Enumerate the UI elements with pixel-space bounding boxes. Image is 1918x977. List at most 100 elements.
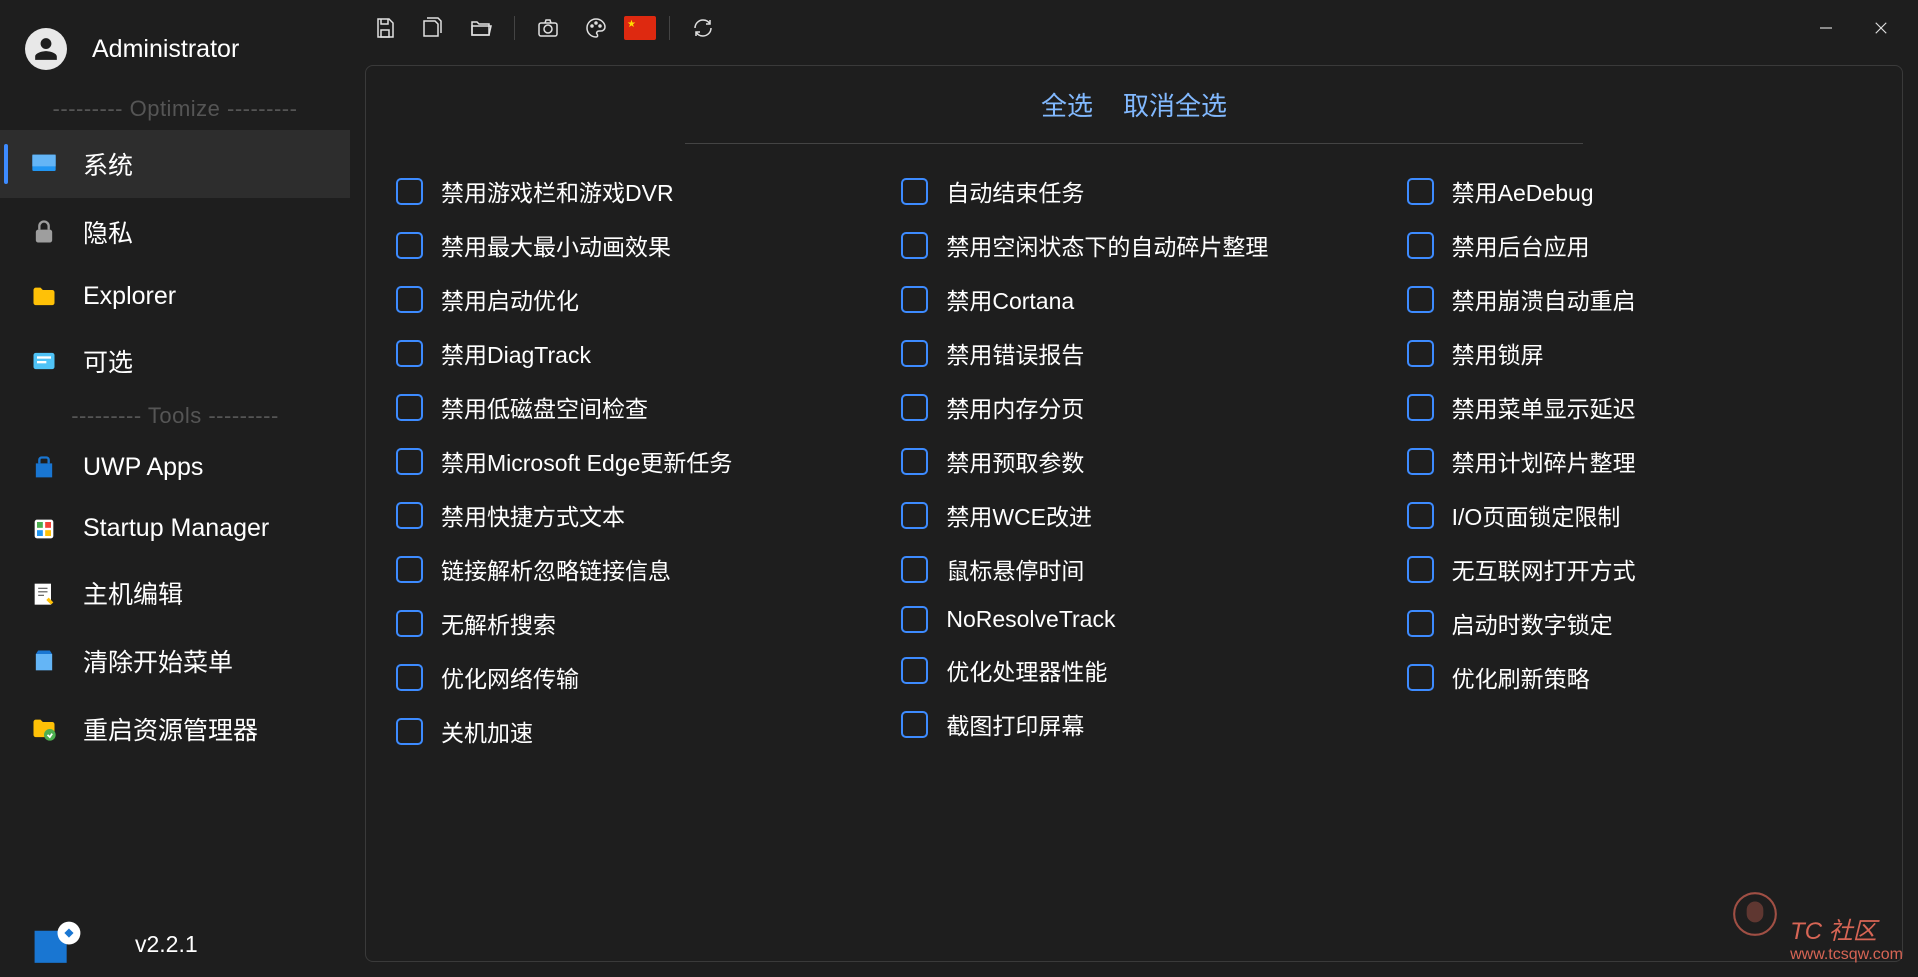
- checkbox-icon: [1407, 556, 1434, 583]
- checkbox-icon: [396, 718, 423, 745]
- sidebar-item-optional[interactable]: 可选: [0, 327, 350, 395]
- toolbar-separator: [514, 16, 515, 40]
- minimize-button[interactable]: [1803, 8, 1848, 48]
- checkbox-item[interactable]: I/O页面锁定限制: [1407, 498, 1882, 532]
- sidebar-item-uwp[interactable]: UWP Apps: [0, 437, 350, 498]
- checkbox-item[interactable]: 禁用后台应用: [1407, 228, 1882, 262]
- refresh-button[interactable]: [683, 8, 723, 48]
- theme-button[interactable]: [576, 8, 616, 48]
- checkbox-icon: [901, 606, 928, 633]
- checkbox-item[interactable]: 禁用菜单显示延迟: [1407, 390, 1882, 424]
- checkbox-label: 禁用DiagTrack: [441, 336, 591, 370]
- checkbox-label: I/O页面锁定限制: [1452, 498, 1621, 532]
- checkbox-item[interactable]: 启动时数字锁定: [1407, 606, 1882, 640]
- toolbar: [350, 0, 1918, 55]
- checkbox-label: 禁用内存分页: [946, 390, 1084, 424]
- toolbar-separator: [669, 16, 670, 40]
- checkbox-item[interactable]: 禁用空闲状态下的自动碎片整理: [901, 228, 1376, 262]
- checkbox-label: 禁用错误报告: [946, 336, 1084, 370]
- refresh-icon: [691, 16, 715, 40]
- checkbox-icon: [396, 502, 423, 529]
- close-button[interactable]: [1858, 8, 1903, 48]
- checkbox-icon: [396, 610, 423, 637]
- checkbox-item[interactable]: 禁用锁屏: [1407, 336, 1882, 370]
- checkbox-item[interactable]: 链接解析忽略链接信息: [396, 552, 871, 586]
- checkbox-label: 禁用快捷方式文本: [441, 498, 625, 532]
- checkbox-icon: [901, 448, 928, 475]
- section-optimize-label: --------- Optimize ---------: [0, 88, 350, 130]
- checkbox-item[interactable]: 禁用预取参数: [901, 444, 1376, 478]
- content-panel: 全选 取消全选 禁用游戏栏和游戏DVR 禁用最大最小动画效果 禁用启动优化 禁用…: [365, 65, 1903, 962]
- checkbox-item[interactable]: 禁用DiagTrack: [396, 336, 871, 370]
- checkbox-icon: [396, 232, 423, 259]
- screenshot-button[interactable]: [528, 8, 568, 48]
- watermark-brand: TC 社区: [1790, 911, 1903, 946]
- checkbox-icon: [396, 664, 423, 691]
- version-section: v2.2.1: [30, 917, 198, 972]
- save-button[interactable]: [365, 8, 405, 48]
- sidebar-item-clearstart[interactable]: 清除开始菜单: [0, 627, 350, 695]
- checkbox-item[interactable]: 无互联网打开方式: [1407, 552, 1882, 586]
- sidebar-item-privacy[interactable]: 隐私: [0, 198, 350, 266]
- checkbox-column: 自动结束任务 禁用空闲状态下的自动碎片整理 禁用Cortana 禁用错误报告 禁…: [901, 174, 1376, 748]
- checkbox-icon: [1407, 502, 1434, 529]
- save-all-button[interactable]: [413, 8, 453, 48]
- checkbox-item[interactable]: 禁用低磁盘空间检查: [396, 390, 871, 424]
- checkbox-grid: 禁用游戏栏和游戏DVR 禁用最大最小动画效果 禁用启动优化 禁用DiagTrac…: [386, 174, 1882, 748]
- checkbox-item[interactable]: 禁用Microsoft Edge更新任务: [396, 444, 871, 478]
- open-button[interactable]: [461, 8, 501, 48]
- sidebar-item-restartexplorer[interactable]: 重启资源管理器: [0, 695, 350, 763]
- deselect-all-link[interactable]: 取消全选: [1123, 86, 1227, 123]
- language-button[interactable]: [624, 16, 656, 40]
- checkbox-label: 禁用启动优化: [441, 282, 579, 316]
- sidebar-item-hostedit[interactable]: 主机编辑: [0, 559, 350, 627]
- checkbox-icon: [1407, 394, 1434, 421]
- checkbox-icon: [1407, 664, 1434, 691]
- checkbox-icon: [901, 394, 928, 421]
- checkbox-label: 鼠标悬停时间: [946, 552, 1084, 586]
- checkbox-item[interactable]: 鼠标悬停时间: [901, 552, 1376, 586]
- checkbox-item[interactable]: 优化处理器性能: [901, 653, 1376, 687]
- checkbox-icon: [901, 286, 928, 313]
- checkbox-label: 禁用Microsoft Edge更新任务: [441, 444, 732, 478]
- user-icon: [33, 36, 59, 62]
- checkbox-item[interactable]: 禁用WCE改进: [901, 498, 1376, 532]
- checkbox-label: 无互联网打开方式: [1452, 552, 1636, 586]
- checkbox-item[interactable]: 禁用Cortana: [901, 282, 1376, 316]
- checkbox-item[interactable]: 优化刷新策略: [1407, 660, 1882, 694]
- nav-label: 主机编辑: [83, 575, 183, 611]
- checkbox-item[interactable]: 无解析搜索: [396, 606, 871, 640]
- checkbox-item[interactable]: 优化网络传输: [396, 660, 871, 694]
- checkbox-item[interactable]: 禁用错误报告: [901, 336, 1376, 370]
- select-all-link[interactable]: 全选: [1041, 86, 1093, 123]
- checkbox-item[interactable]: 禁用启动优化: [396, 282, 871, 316]
- checkbox-item[interactable]: 自动结束任务: [901, 174, 1376, 208]
- nav-label: Explorer: [83, 282, 176, 311]
- checkbox-item[interactable]: 禁用快捷方式文本: [396, 498, 871, 532]
- watermark: TC 社区 www.tcsqw.com: [1730, 889, 1903, 964]
- checkbox-label: 禁用游戏栏和游戏DVR: [441, 174, 674, 208]
- sidebar-item-explorer[interactable]: Explorer: [0, 266, 350, 327]
- checkbox-item[interactable]: NoResolveTrack: [901, 606, 1376, 633]
- checkbox-item[interactable]: 禁用游戏栏和游戏DVR: [396, 174, 871, 208]
- edit-icon: [30, 579, 58, 607]
- checkbox-item[interactable]: 禁用计划碎片整理: [1407, 444, 1882, 478]
- sidebar-item-startup[interactable]: Startup Manager: [0, 498, 350, 559]
- checkbox-item[interactable]: 禁用最大最小动画效果: [396, 228, 871, 262]
- checkbox-item[interactable]: 关机加速: [396, 714, 871, 748]
- checkbox-item[interactable]: 禁用内存分页: [901, 390, 1376, 424]
- checkbox-icon: [396, 178, 423, 205]
- checkbox-icon: [1407, 340, 1434, 367]
- avatar: [25, 28, 67, 70]
- restart-icon: [30, 715, 58, 743]
- checkbox-item[interactable]: 禁用AeDebug: [1407, 174, 1882, 208]
- checkbox-item[interactable]: 截图打印屏幕: [901, 707, 1376, 741]
- checkbox-label: 禁用崩溃自动重启: [1452, 282, 1636, 316]
- checkbox-label: 启动时数字锁定: [1452, 606, 1613, 640]
- checkbox-icon: [1407, 610, 1434, 637]
- sidebar-item-system[interactable]: 系统: [0, 130, 350, 198]
- checkbox-label: 禁用空闲状态下的自动碎片整理: [946, 228, 1268, 262]
- checkbox-label: 禁用后台应用: [1452, 228, 1590, 262]
- checkbox-item[interactable]: 禁用崩溃自动重启: [1407, 282, 1882, 316]
- checkbox-label: 禁用Cortana: [946, 282, 1074, 316]
